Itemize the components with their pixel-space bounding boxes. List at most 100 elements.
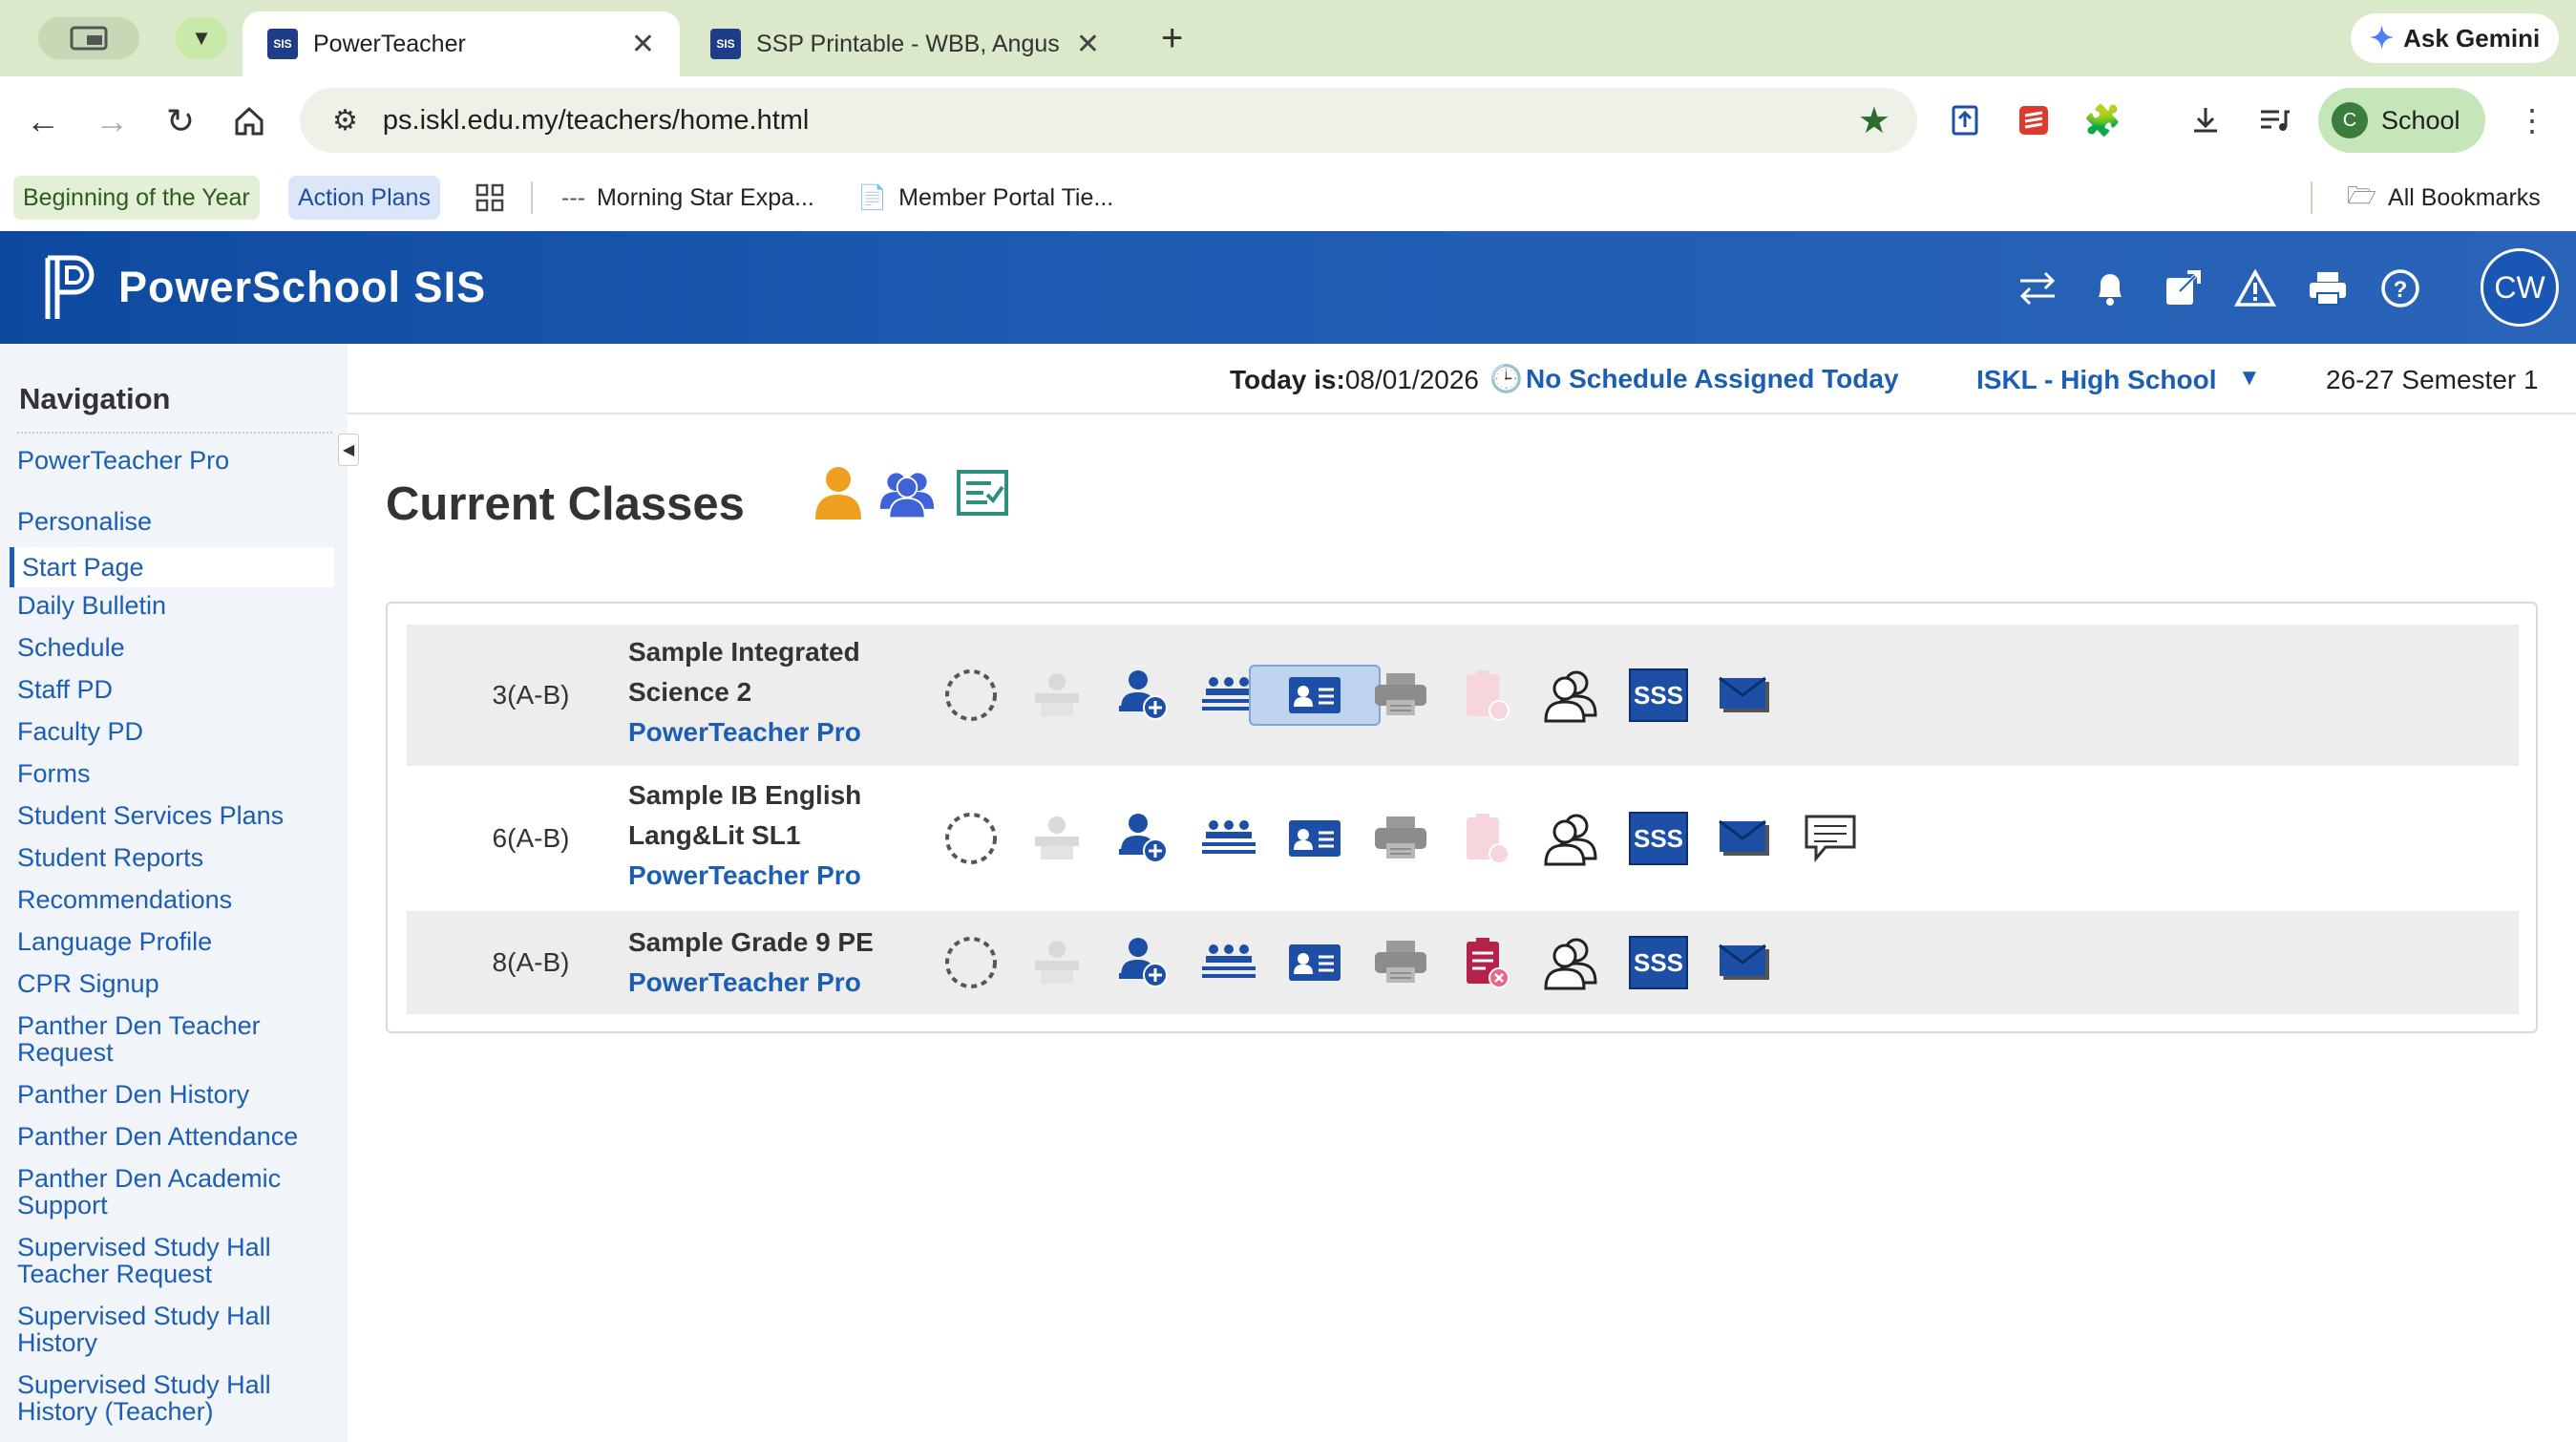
- extensions-puzzle-icon[interactable]: 🧩: [2081, 99, 2123, 141]
- sidebar-item-staff-pd[interactable]: Staff PD: [17, 676, 332, 703]
- sidebar-item-schedule[interactable]: Schedule: [17, 634, 332, 661]
- tab-powerteacher[interactable]: SIS PowerTeacher ✕: [243, 11, 680, 76]
- printer-icon[interactable]: [1371, 809, 1430, 868]
- close-icon[interactable]: ✕: [631, 28, 655, 61]
- bookmark-beginning-of-year[interactable]: Beginning of the Year: [13, 176, 260, 220]
- attendance-icon[interactable]: [941, 933, 1001, 992]
- tab-list-button[interactable]: ▼: [176, 17, 227, 59]
- email-icon[interactable]: [1715, 933, 1774, 992]
- external-link-icon[interactable]: [2160, 265, 2206, 311]
- email-icon[interactable]: [1715, 666, 1774, 725]
- bookmark-action-plans[interactable]: Action Plans: [288, 176, 440, 220]
- sidebar-item-panther-den-teacher-request[interactable]: Panther Den Teacher Request: [17, 1012, 332, 1066]
- multiple-students-icon[interactable]: [878, 462, 936, 523]
- profile-button[interactable]: C School: [2318, 88, 2485, 153]
- apps-grid-button[interactable]: [466, 176, 514, 220]
- new-tab-button[interactable]: +: [1161, 19, 1183, 57]
- sidebar-item-start-page[interactable]: Start Page: [10, 547, 334, 587]
- media-queue-icon[interactable]: [2253, 99, 2295, 141]
- powerteacher-pro-link[interactable]: PowerTeacher Pro: [628, 856, 896, 896]
- referral-icon[interactable]: [1457, 933, 1516, 992]
- checklist-icon[interactable]: [955, 462, 1012, 523]
- powerteacher-pro-link[interactable]: PowerTeacher Pro: [628, 963, 896, 1003]
- caret-down-icon[interactable]: ▼: [2238, 365, 2261, 392]
- user-avatar[interactable]: CW: [2481, 248, 2559, 327]
- powerteacher-pro-link[interactable]: PowerTeacher Pro: [628, 712, 896, 753]
- attendance-icon[interactable]: [941, 809, 1001, 868]
- back-button[interactable]: ←: [19, 97, 67, 145]
- add-student-icon[interactable]: [1113, 666, 1172, 725]
- sidebar-item-forms[interactable]: Forms: [17, 760, 332, 787]
- alert-icon[interactable]: [2232, 265, 2278, 311]
- extension-upload-icon[interactable]: [1944, 99, 1986, 141]
- bookmark-morning-star[interactable]: --- Morning Star Expa...: [552, 176, 824, 220]
- sidebar-item-language-profile[interactable]: Language Profile: [17, 928, 332, 955]
- schedule-status-link[interactable]: No Schedule Assigned Today: [1526, 364, 1899, 394]
- bell-icon[interactable]: [2087, 265, 2133, 311]
- download-icon[interactable]: [2185, 99, 2227, 141]
- sidebar-item-panther-den-attendance[interactable]: Panther Den Attendance: [17, 1123, 332, 1150]
- sidebar-item-faculty-pd[interactable]: Faculty PD: [17, 718, 332, 745]
- referral-icon[interactable]: [1457, 666, 1516, 725]
- add-student-icon[interactable]: [1113, 809, 1172, 868]
- student-card-icon[interactable]: [1285, 933, 1344, 992]
- sidebar-item-daily-bulletin[interactable]: Daily Bulletin: [17, 592, 332, 619]
- forward-button[interactable]: →: [88, 97, 136, 145]
- reload-button[interactable]: ↻: [157, 97, 204, 145]
- sidebar-item-student-reports[interactable]: Student Reports: [17, 844, 332, 871]
- classroom-icon[interactable]: [1199, 933, 1258, 992]
- student-card-icon[interactable]: [1249, 665, 1381, 726]
- referral-icon[interactable]: [1457, 809, 1516, 868]
- bookmark-label: Action Plans: [298, 183, 431, 211]
- more-menu-icon[interactable]: ⋮: [2511, 99, 2553, 141]
- school-selector[interactable]: ISKL - High School: [1976, 365, 2216, 395]
- close-icon[interactable]: ✕: [1076, 28, 1100, 61]
- sidebar-item-panther-den-academic-support[interactable]: Panther Den Academic Support: [17, 1165, 332, 1219]
- bookmark-member-portal[interactable]: 📄 Member Portal Tie...: [848, 176, 1123, 220]
- single-student-icon[interactable]: [810, 462, 867, 523]
- contacts-icon[interactable]: [1543, 933, 1602, 992]
- seating-chart-icon[interactable]: [1027, 933, 1087, 992]
- sidebar-item-powerteacher-pro[interactable]: PowerTeacher Pro: [17, 447, 332, 474]
- printer-icon[interactable]: [1371, 933, 1430, 992]
- profile-label: School: [2381, 105, 2460, 135]
- sidebar-item-ssh-history[interactable]: Supervised Study Hall History: [17, 1303, 332, 1356]
- classroom-icon[interactable]: [1199, 809, 1258, 868]
- address-bar[interactable]: ⚙ ps.iskl.edu.my/teachers/home.html ★: [300, 88, 1917, 153]
- home-button[interactable]: [225, 97, 273, 145]
- bookmark-star-icon[interactable]: ★: [1858, 99, 1890, 142]
- sss-icon[interactable]: SSS: [1629, 809, 1688, 868]
- switch-icon[interactable]: [2015, 265, 2060, 311]
- printer-icon[interactable]: [1371, 666, 1430, 725]
- tab-ssp-printable[interactable]: SIS SSP Printable - WBB, Angus M ✕: [686, 11, 1125, 76]
- collapse-sidebar-button[interactable]: ◀: [338, 434, 359, 466]
- student-card-icon[interactable]: [1285, 809, 1344, 868]
- sss-icon[interactable]: SSS: [1629, 933, 1688, 992]
- sss-label: SSS: [1629, 936, 1688, 989]
- site-settings-icon[interactable]: ⚙: [332, 104, 358, 138]
- seating-chart-icon[interactable]: [1027, 809, 1087, 868]
- sidebar-item-cpr-signup[interactable]: CPR Signup: [17, 970, 332, 997]
- comment-icon[interactable]: [1801, 809, 1860, 868]
- sidebar-item-personalise[interactable]: Personalise: [17, 508, 332, 535]
- bookmark-label: Member Portal Tie...: [898, 183, 1114, 211]
- seating-chart-icon[interactable]: [1027, 666, 1087, 725]
- print-icon[interactable]: [2305, 265, 2351, 311]
- help-icon[interactable]: ?: [2377, 265, 2423, 311]
- sidebar-item-ssh-teacher-request[interactable]: Supervised Study Hall Teacher Request: [17, 1234, 332, 1287]
- sidebar-item-student-services-plans[interactable]: Student Services Plans: [17, 802, 332, 829]
- sidebar-item-panther-den-history[interactable]: Panther Den History: [17, 1081, 332, 1108]
- contacts-icon[interactable]: [1543, 809, 1602, 868]
- tab-search-button[interactable]: [38, 17, 139, 59]
- add-student-icon[interactable]: [1113, 933, 1172, 992]
- navigation-sidebar: Navigation PowerTeacher Pro Personalise …: [0, 344, 348, 1442]
- ask-gemini-button[interactable]: ✦ Ask Gemini: [2351, 13, 2560, 63]
- sss-icon[interactable]: SSS: [1629, 666, 1688, 725]
- attendance-icon[interactable]: [941, 666, 1001, 725]
- all-bookmarks-button[interactable]: 🗁 All Bookmarks: [2337, 176, 2550, 220]
- sidebar-item-recommendations[interactable]: Recommendations: [17, 886, 332, 913]
- contacts-icon[interactable]: [1543, 666, 1602, 725]
- extension-todoist-icon[interactable]: [2013, 99, 2055, 141]
- email-icon[interactable]: [1715, 809, 1774, 868]
- sidebar-item-ssh-history-teacher[interactable]: Supervised Study Hall History (Teacher): [17, 1371, 332, 1425]
